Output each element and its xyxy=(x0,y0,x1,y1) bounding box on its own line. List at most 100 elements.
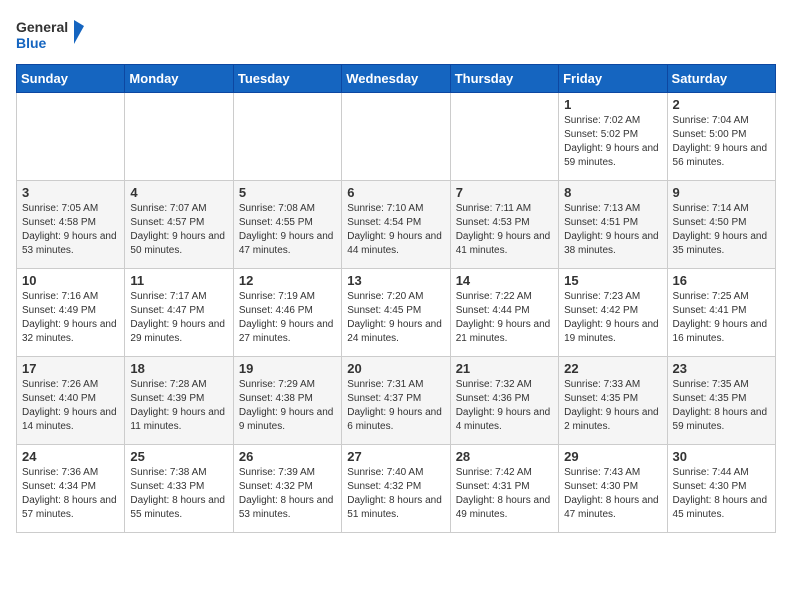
calendar-cell: 3 Sunrise: 7:05 AMSunset: 4:58 PMDaylight… xyxy=(17,181,125,269)
calendar-cell: 9Sunrise: 7:14 AMSunset: 4:50 PMDaylight… xyxy=(667,181,775,269)
header-day-sunday: Sunday xyxy=(17,65,125,93)
day-info-line: Sunset: 4:32 PM xyxy=(239,480,336,494)
day-info-line: Sunrise: 7:32 AM xyxy=(456,378,553,392)
day-info: Sunrise: 7:20 AMSunset: 4:45 PMDaylight:… xyxy=(347,290,444,346)
day-info-line: Sunset: 4:35 PM xyxy=(673,392,770,406)
calendar-cell: 18Sunrise: 7:28 AMSunset: 4:39 PMDayligh… xyxy=(125,357,233,445)
day-info: Sunrise: 7:10 AMSunset: 4:54 PMDaylight:… xyxy=(347,202,444,258)
day-info: Sunrise: 7:35 AMSunset: 4:35 PMDaylight:… xyxy=(673,378,770,434)
calendar-cell: 6 Sunrise: 7:10 AMSunset: 4:54 PMDaylight… xyxy=(342,181,450,269)
calendar-cell: 28Sunrise: 7:42 AMSunset: 4:31 PMDayligh… xyxy=(450,445,558,533)
day-info-line: Daylight: 9 hours and 29 minutes. xyxy=(130,318,227,346)
day-number: 23 xyxy=(673,361,770,376)
day-number: 30 xyxy=(673,449,770,464)
day-info: Sunrise: 7:16 AMSunset: 4:49 PMDaylight:… xyxy=(22,290,119,346)
day-info-line: Sunrise: 7:29 AM xyxy=(239,378,336,392)
calendar-cell: 29Sunrise: 7:43 AMSunset: 4:30 PMDayligh… xyxy=(559,445,667,533)
day-info-line: Sunrise: 7:23 AM xyxy=(564,290,661,304)
calendar-cell xyxy=(17,93,125,181)
day-info-line: Daylight: 9 hours and 53 minutes. xyxy=(22,230,119,258)
calendar-cell: 7Sunrise: 7:11 AMSunset: 4:53 PMDaylight… xyxy=(450,181,558,269)
day-number: 17 xyxy=(22,361,119,376)
day-info-line: Sunset: 5:00 PM xyxy=(673,128,770,142)
day-info-line: Sunrise: 7:05 AM xyxy=(22,202,119,216)
day-info-line: Daylight: 9 hours and 47 minutes. xyxy=(239,230,336,258)
day-info: Sunrise: 7:17 AMSunset: 4:47 PMDaylight:… xyxy=(130,290,227,346)
day-info: Sunrise: 7:42 AMSunset: 4:31 PMDaylight:… xyxy=(456,466,553,522)
day-info-line: Daylight: 9 hours and 44 minutes. xyxy=(347,230,444,258)
day-number: 15 xyxy=(564,273,661,288)
day-info-line: Sunset: 4:42 PM xyxy=(564,304,661,318)
day-info-line: Sunset: 4:55 PM xyxy=(239,216,336,230)
calendar-week-2: 3 Sunrise: 7:05 AMSunset: 4:58 PMDaylight… xyxy=(17,181,776,269)
day-info-line: Sunrise: 7:17 AM xyxy=(130,290,227,304)
calendar-week-3: 10 Sunrise: 7:16 AMSunset: 4:49 PMDayligh… xyxy=(17,269,776,357)
day-info-line: Sunrise: 7:04 AM xyxy=(673,114,770,128)
day-info-line: Sunset: 4:37 PM xyxy=(347,392,444,406)
calendar-cell: 25Sunrise: 7:38 AMSunset: 4:33 PMDayligh… xyxy=(125,445,233,533)
day-info-line: Sunrise: 7:08 AM xyxy=(239,202,336,216)
day-info: Sunrise: 7:02 AMSunset: 5:02 PMDaylight:… xyxy=(564,114,661,170)
header-day-monday: Monday xyxy=(125,65,233,93)
day-info-line: Daylight: 9 hours and 14 minutes. xyxy=(22,406,119,434)
day-number: 14 xyxy=(456,273,553,288)
day-info-line: Sunrise: 7:11 AM xyxy=(456,202,553,216)
day-info-line: Daylight: 8 hours and 53 minutes. xyxy=(239,494,336,522)
day-info-line: Sunrise: 7:14 AM xyxy=(673,202,770,216)
calendar-cell: 11Sunrise: 7:17 AMSunset: 4:47 PMDayligh… xyxy=(125,269,233,357)
day-number: 6 xyxy=(347,185,444,200)
calendar-cell: 1 Sunrise: 7:02 AMSunset: 5:02 PMDaylight… xyxy=(559,93,667,181)
day-info-line: Daylight: 8 hours and 57 minutes. xyxy=(22,494,119,522)
day-info: Sunrise: 7:22 AMSunset: 4:44 PMDaylight:… xyxy=(456,290,553,346)
calendar-cell: 30Sunrise: 7:44 AMSunset: 4:30 PMDayligh… xyxy=(667,445,775,533)
day-number: 27 xyxy=(347,449,444,464)
day-number: 25 xyxy=(130,449,227,464)
calendar-table: SundayMondayTuesdayWednesdayThursdayFrid… xyxy=(16,64,776,533)
day-info-line: Daylight: 9 hours and 19 minutes. xyxy=(564,318,661,346)
day-info-line: Sunrise: 7:33 AM xyxy=(564,378,661,392)
day-number: 20 xyxy=(347,361,444,376)
day-info: Sunrise: 7:05 AMSunset: 4:58 PMDaylight:… xyxy=(22,202,119,258)
day-number: 16 xyxy=(673,273,770,288)
day-info: Sunrise: 7:33 AMSunset: 4:35 PMDaylight:… xyxy=(564,378,661,434)
day-number: 10 xyxy=(22,273,119,288)
day-info-line: Daylight: 8 hours and 51 minutes. xyxy=(347,494,444,522)
day-info: Sunrise: 7:36 AMSunset: 4:34 PMDaylight:… xyxy=(22,466,119,522)
day-info-line: Daylight: 9 hours and 4 minutes. xyxy=(456,406,553,434)
day-info-line: Sunrise: 7:31 AM xyxy=(347,378,444,392)
calendar-cell: 2Sunrise: 7:04 AMSunset: 5:00 PMDaylight… xyxy=(667,93,775,181)
day-info: Sunrise: 7:07 AMSunset: 4:57 PMDaylight:… xyxy=(130,202,227,258)
calendar-cell: 4Sunrise: 7:07 AMSunset: 4:57 PMDaylight… xyxy=(125,181,233,269)
day-info-line: Sunrise: 7:16 AM xyxy=(22,290,119,304)
day-number: 12 xyxy=(239,273,336,288)
header-day-tuesday: Tuesday xyxy=(233,65,341,93)
day-info-line: Daylight: 8 hours and 47 minutes. xyxy=(564,494,661,522)
day-info-line: Sunset: 4:53 PM xyxy=(456,216,553,230)
day-number: 29 xyxy=(564,449,661,464)
day-number: 8 xyxy=(564,185,661,200)
calendar-cell: 24Sunrise: 7:36 AMSunset: 4:34 PMDayligh… xyxy=(17,445,125,533)
day-info-line: Daylight: 9 hours and 59 minutes. xyxy=(564,142,661,170)
day-info-line: Daylight: 9 hours and 21 minutes. xyxy=(456,318,553,346)
day-info-line: Daylight: 9 hours and 24 minutes. xyxy=(347,318,444,346)
day-info: Sunrise: 7:39 AMSunset: 4:32 PMDaylight:… xyxy=(239,466,336,522)
day-number: 21 xyxy=(456,361,553,376)
day-info-line: Daylight: 9 hours and 9 minutes. xyxy=(239,406,336,434)
day-info-line: Sunset: 4:30 PM xyxy=(673,480,770,494)
svg-text:Blue: Blue xyxy=(16,35,47,51)
calendar-week-5: 24Sunrise: 7:36 AMSunset: 4:34 PMDayligh… xyxy=(17,445,776,533)
day-info: Sunrise: 7:32 AMSunset: 4:36 PMDaylight:… xyxy=(456,378,553,434)
day-number: 13 xyxy=(347,273,444,288)
day-number: 3 xyxy=(22,185,119,200)
day-info: Sunrise: 7:25 AMSunset: 4:41 PMDaylight:… xyxy=(673,290,770,346)
day-info-line: Sunset: 4:33 PM xyxy=(130,480,227,494)
day-info-line: Sunset: 4:32 PM xyxy=(347,480,444,494)
day-info-line: Sunset: 4:31 PM xyxy=(456,480,553,494)
day-info: Sunrise: 7:40 AMSunset: 4:32 PMDaylight:… xyxy=(347,466,444,522)
day-number: 1 xyxy=(564,97,661,112)
day-info-line: Sunset: 4:39 PM xyxy=(130,392,227,406)
day-info: Sunrise: 7:28 AMSunset: 4:39 PMDaylight:… xyxy=(130,378,227,434)
day-info-line: Sunrise: 7:43 AM xyxy=(564,466,661,480)
day-info-line: Daylight: 8 hours and 55 minutes. xyxy=(130,494,227,522)
day-info-line: Sunrise: 7:22 AM xyxy=(456,290,553,304)
